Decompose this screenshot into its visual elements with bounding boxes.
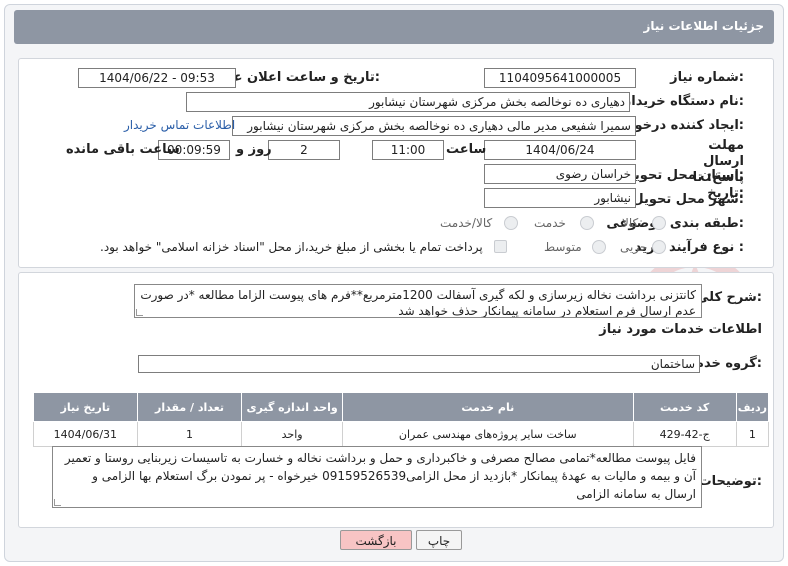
category-option-both: کالا/خدمت	[440, 216, 493, 230]
process-option-minor: جزیی	[620, 240, 648, 254]
deadline-time-label: ساعت	[446, 142, 487, 157]
process-radio-minor[interactable]	[652, 240, 666, 254]
resize-grip-icon[interactable]	[136, 309, 143, 316]
need-number-field: 1104095641000005	[484, 68, 636, 88]
col-need-date: تاریخ نیاز	[33, 392, 138, 422]
category-radio-goods[interactable]	[652, 216, 666, 230]
city-label: شهر محل تحویل:	[632, 192, 744, 207]
province-label: استان محل تحویل:	[623, 168, 744, 183]
col-service-code: کد خدمت	[632, 392, 737, 422]
cell-service-name: ساخت سایر پروژه‌های مهندسی عمران	[341, 421, 634, 447]
process-option-medium: متوسط	[544, 240, 582, 254]
days-field: 2	[268, 140, 340, 160]
remaining-label: ساعت باقی مانده	[66, 142, 180, 157]
print-button[interactable]: چاپ	[416, 530, 462, 550]
deadline-time-field: 11:00	[372, 140, 444, 160]
services-section-title: اطلاعات خدمات مورد نیاز	[599, 322, 762, 337]
description-textarea: کانتزنی برداشت نخاله زیرسازی و لکه گیری …	[134, 284, 702, 318]
resize-grip-icon[interactable]	[54, 499, 61, 506]
services-table: ردیف کد خدمت نام خدمت واحد اندازه گیری ت…	[33, 392, 770, 447]
category-radio-both[interactable]	[504, 216, 518, 230]
creator-field: سمیرا شفیعی مدیر مالی دهیاری ده نوخالصه …	[232, 116, 636, 136]
announce-field: 1404/06/22 - 09:53	[78, 68, 236, 88]
category-radio-service[interactable]	[580, 216, 594, 230]
treasury-payment-checkbox[interactable]	[494, 240, 507, 253]
days-label: روز و	[236, 142, 272, 157]
cell-need-date: 1404/06/31	[33, 421, 138, 447]
cell-unit: واحد	[241, 421, 343, 447]
cell-quantity: 1	[136, 421, 243, 447]
contact-info-link[interactable]: اطلاعات تماس خریدار	[124, 118, 235, 132]
page-title: جزئیات اطلاعات نیاز	[643, 19, 764, 33]
table-row: 1 ج-42-429 ساخت سایر پروژه‌های مهندسی عم…	[33, 421, 770, 447]
col-service-name: نام خدمت	[341, 392, 634, 422]
city-field: نیشابور	[484, 188, 636, 208]
col-unit: واحد اندازه گیری	[241, 392, 343, 422]
cell-service-code: ج-42-429	[632, 421, 737, 447]
col-quantity: تعداد / مقدار	[136, 392, 243, 422]
cell-row-number: 1	[735, 421, 770, 447]
col-row-number: ردیف	[735, 392, 770, 422]
back-button[interactable]: بازگشت	[340, 530, 412, 550]
process-radio-medium[interactable]	[592, 240, 606, 254]
deadline-date-field: 1404/06/24	[484, 140, 636, 160]
buyer-org-field: دهیاری ده نوخالصه بخش مرکزی شهرستان نیشا…	[186, 92, 630, 112]
table-header-row: ردیف کد خدمت نام خدمت واحد اندازه گیری ت…	[33, 392, 770, 422]
category-option-goods: کالا	[622, 216, 639, 230]
service-group-field: ساختمان	[138, 355, 700, 373]
need-number-label: شماره نیاز:	[670, 70, 744, 85]
category-option-service: خدمت	[534, 216, 566, 230]
header-bar: جزئیات اطلاعات نیاز	[14, 10, 774, 44]
need-info-panel	[18, 58, 774, 268]
buyer-notes-text: فایل پیوست مطالعه*تمامی مصالح مصرفی و خا…	[64, 451, 696, 501]
buyer-org-label: نام دستگاه خریدار:	[623, 94, 744, 109]
buyer-notes-textarea: فایل پیوست مطالعه*تمامی مصالح مصرفی و خا…	[52, 446, 702, 508]
description-text: کانتزنی برداشت نخاله زیرسازی و لکه گیری …	[140, 288, 696, 318]
treasury-payment-note: پرداخت تمام یا بخشی از مبلغ خرید،از محل …	[100, 240, 483, 254]
province-field: خراسان رضوی	[484, 164, 636, 184]
